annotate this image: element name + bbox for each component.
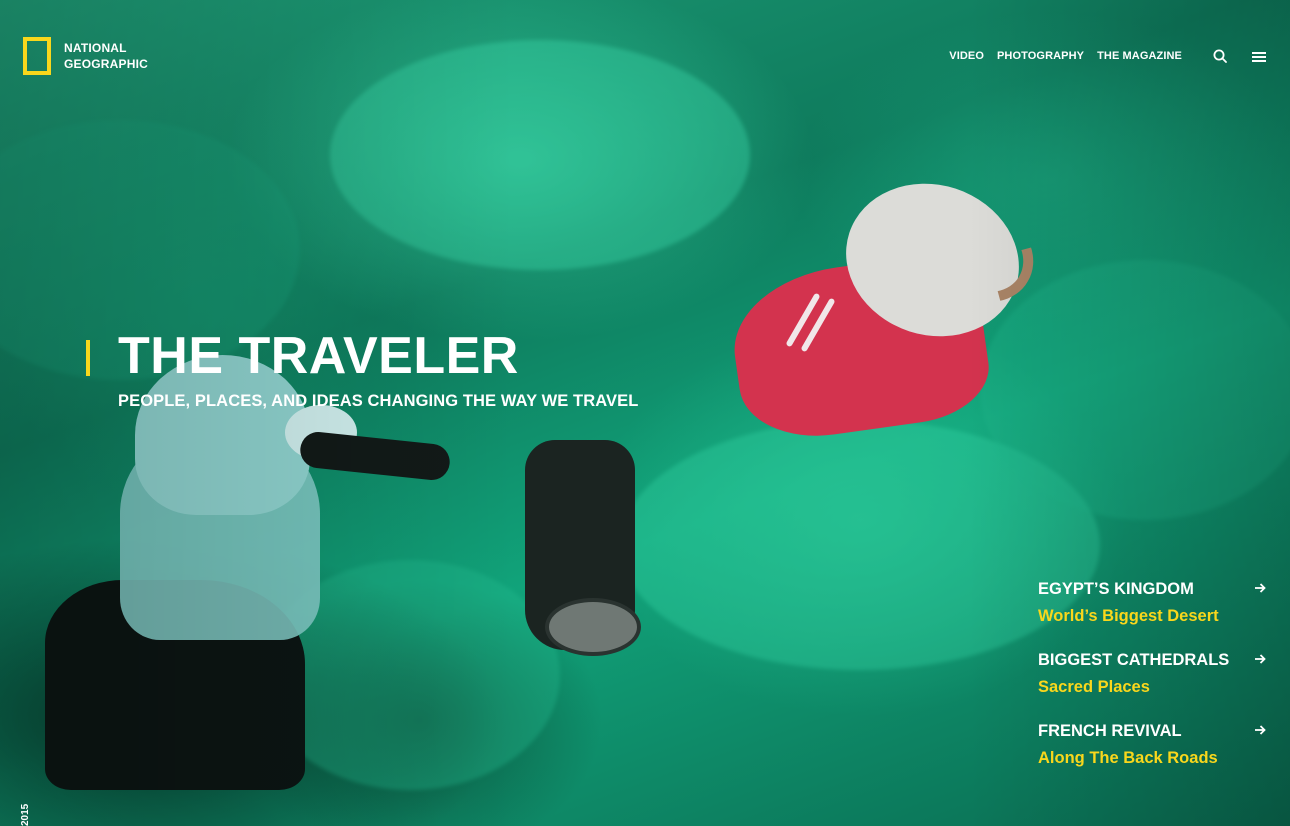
national-geographic-logo[interactable]: NATIONAL GEOGRAPHIC <box>23 37 164 75</box>
arrow-right-icon <box>1255 654 1266 664</box>
nav-item-photography[interactable]: PHOTOGRAPHY <box>997 50 1084 62</box>
featured-stories: EGYPT’S KINGDOM World’s Biggest Desert B… <box>1038 578 1268 791</box>
logo-line-2: GEOGRAPHIC <box>64 57 149 71</box>
story-subtitle: Sacred Places <box>1038 678 1150 696</box>
hamburger-menu-icon[interactable] <box>1252 51 1266 63</box>
page-subtitle: PEOPLE, PLACES, AND IDEAS CHANGING THE W… <box>118 392 639 410</box>
nav-item-video[interactable]: VIDEO <box>949 50 984 62</box>
story-title: BIGGEST CATHEDRALS <box>1038 651 1230 669</box>
story-link-egypts-kingdom[interactable]: EGYPT’S KINGDOM World’s Biggest Desert <box>1038 578 1268 649</box>
issue-year: 2015 <box>20 803 31 826</box>
arrow-right-icon <box>1255 583 1266 593</box>
title-accent-bar <box>86 340 90 376</box>
story-link-french-revival[interactable]: FRENCH REVIVAL Along The Back Roads <box>1038 720 1268 791</box>
logo-wordmark: NATIONAL GEOGRAPHIC <box>64 40 164 72</box>
nav-item-the-magazine[interactable]: THE MAGAZINE <box>1097 50 1182 62</box>
page-title: THE TRAVELER <box>118 327 519 385</box>
story-subtitle: Along The Back Roads <box>1038 749 1218 767</box>
story-subtitle: World’s Biggest Desert <box>1038 607 1219 625</box>
logo-line-1: NATIONAL <box>64 41 127 55</box>
top-navigation: VIDEO PHOTOGRAPHY THE MAGAZINE <box>949 50 1182 62</box>
story-title: EGYPT’S KINGDOM <box>1038 580 1194 598</box>
arrow-right-icon <box>1255 725 1266 735</box>
story-title: FRENCH REVIVAL <box>1038 722 1182 740</box>
search-icon[interactable] <box>1213 49 1227 63</box>
story-link-biggest-cathedrals[interactable]: BIGGEST CATHEDRALS Sacred Places <box>1038 649 1268 720</box>
yellow-border-icon <box>23 37 51 75</box>
